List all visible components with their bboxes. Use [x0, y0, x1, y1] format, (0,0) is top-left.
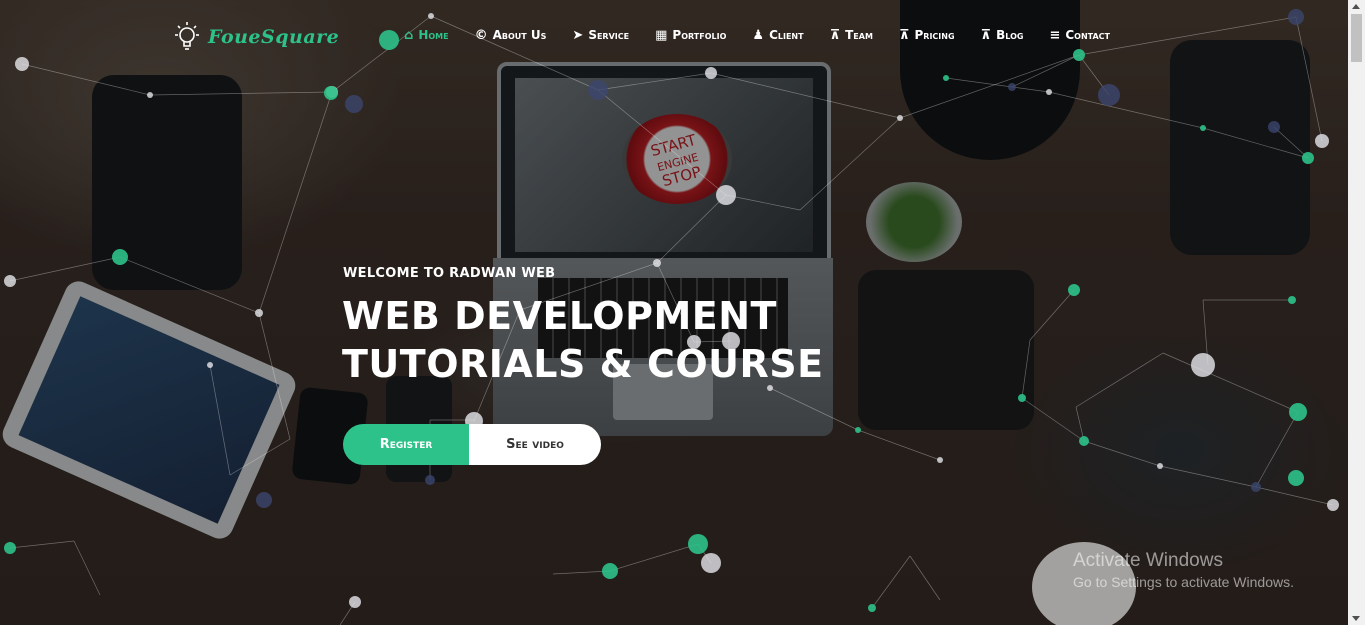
see-video-button[interactable]: See video [469, 424, 601, 465]
register-button[interactable]: Register [343, 424, 469, 465]
nav-item-portfolio[interactable]: ▦ Portfolio [655, 28, 726, 42]
nav-item-pricing[interactable]: ⊼ Pricing [899, 28, 955, 42]
nav-item-team[interactable]: ⊼ Team [830, 28, 873, 42]
sitemap-icon: ⊼ [829, 27, 841, 43]
grid-icon: ▦ [655, 27, 668, 43]
nav-item-client[interactable]: ♟ Client [752, 28, 803, 42]
paper-plane-icon: ➤ [572, 27, 584, 43]
nav-label: Team [845, 28, 873, 42]
watermark-title: Activate Windows [1073, 550, 1223, 571]
nav-item-about-us[interactable]: © About Us [475, 28, 547, 42]
scroll-down-arrow-icon[interactable] [1352, 616, 1360, 621]
nav-label: About Us [492, 28, 547, 42]
nav-item-blog[interactable]: ⊼ Blog [981, 28, 1024, 42]
nav-item-service[interactable]: ➤ Service [572, 28, 629, 42]
brand-name: FoueSquare [208, 26, 340, 48]
nav-menu: ⌂ Home © About Us ➤ Service ▦ Portfolio … [404, 28, 1136, 42]
scroll-up-arrow-icon[interactable] [1352, 4, 1360, 9]
nav-item-home[interactable]: ⌂ Home [404, 28, 449, 42]
scrollbar-thumb[interactable] [1351, 14, 1362, 62]
person-icon: ♟ [752, 27, 765, 43]
nav-label: Pricing [914, 28, 955, 42]
nav-label: Contact [1065, 28, 1111, 42]
nav-label: Blog [996, 28, 1024, 42]
sitemap-icon: ⊼ [980, 27, 992, 43]
hero-headline: WEB DEVELOPMENT TUTORIALS & COURSE [342, 294, 824, 386]
sitemap-icon: ⊼ [898, 27, 910, 43]
watermark-subtitle: Go to Settings to activate Windows. [1073, 574, 1294, 590]
align-center-icon: ≡ [1049, 27, 1061, 43]
vertical-scrollbar[interactable] [1348, 0, 1365, 625]
nav-label: Client [769, 28, 804, 42]
activate-windows-watermark: Activate Windows Go to Settings to activ… [1073, 550, 1294, 590]
nav-label: Service [588, 28, 630, 42]
top-navigation: FoueSquare ⌂ Home © About Us ➤ Service ▦… [0, 0, 1348, 72]
copyright-icon: © [474, 27, 488, 43]
home-icon: ⌂ [404, 27, 414, 43]
brand-logo[interactable]: FoueSquare [172, 20, 339, 54]
nav-item-contact[interactable]: ≡ Contact [1049, 28, 1110, 42]
hero-welcome-text: WELCOME TO RADWAN WEB [343, 266, 556, 281]
nav-label: Portfolio [672, 28, 727, 42]
lightbulb-icon [175, 22, 199, 50]
nav-label: Home [418, 28, 449, 42]
